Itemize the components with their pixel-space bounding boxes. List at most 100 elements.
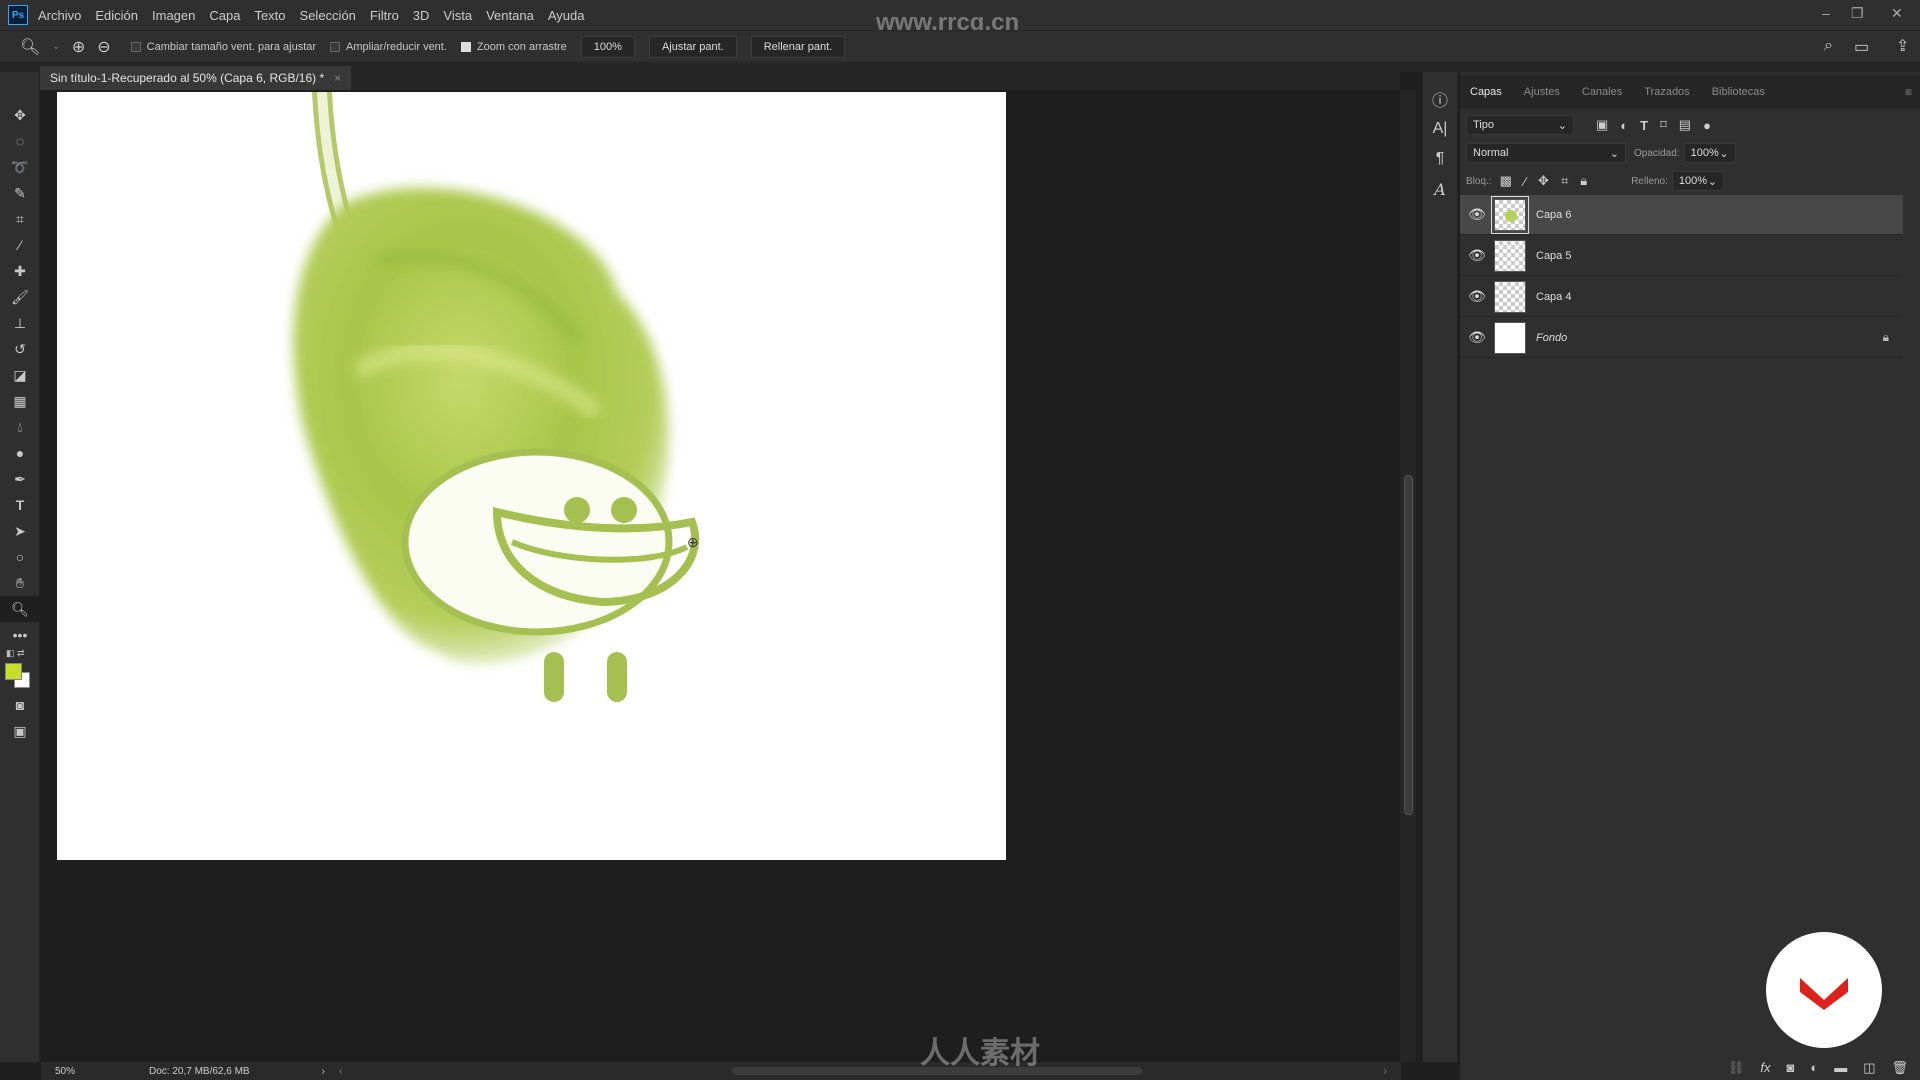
stamp-tool-icon[interactable]: ⊥: [0, 310, 40, 336]
lock-artboard-icon[interactable]: ⌗: [1561, 173, 1568, 189]
zoom-100-button[interactable]: 100%: [580, 35, 635, 58]
fit-screen-button[interactable]: Ajustar pant.: [648, 35, 737, 58]
blur-tool-icon[interactable]: 💧︎: [0, 414, 40, 440]
magic-wand-icon[interactable]: ✎: [0, 180, 40, 206]
zoom-tool-icon[interactable]: 🔍︎: [0, 596, 40, 622]
zoom-tool-icon[interactable]: 🔍︎: [20, 37, 40, 57]
dodge-tool-icon[interactable]: ●: [0, 440, 40, 466]
minimize-button[interactable]: –: [1822, 5, 1830, 21]
tab-bibliotecas[interactable]: Bibliotecas: [1712, 86, 1765, 98]
eye-icon[interactable]: 👁︎: [1460, 247, 1494, 264]
layer-row[interactable]: 👁︎ Fondo 🔒︎: [1460, 318, 1903, 358]
history-brush-icon[interactable]: ↺: [0, 336, 40, 362]
chevron-down-icon[interactable]: ⌄: [52, 41, 60, 52]
new-group-icon[interactable]: ▬: [1834, 1060, 1847, 1075]
menu-ayuda[interactable]: Ayuda: [548, 8, 585, 23]
scroll-left-icon[interactable]: ‹: [339, 1066, 342, 1077]
menu-capa[interactable]: Capa: [209, 8, 240, 23]
link-layers-icon[interactable]: ⛓︎: [1728, 1060, 1745, 1076]
quick-mask-icon[interactable]: ◙: [0, 692, 40, 718]
paragraph-icon[interactable]: ¶: [1423, 144, 1457, 174]
eyedropper-icon[interactable]: ⁄: [0, 232, 40, 258]
path-select-icon[interactable]: ➤: [0, 518, 40, 544]
menu-archivo[interactable]: Archivo: [38, 8, 81, 23]
glyphs-icon[interactable]: A: [1423, 174, 1457, 204]
status-menu-arrow-icon[interactable]: ›: [322, 1066, 325, 1077]
vertical-scrollbar[interactable]: [1400, 90, 1416, 1062]
fx-icon[interactable]: fx: [1760, 1060, 1770, 1075]
character-icon[interactable]: A|: [1423, 114, 1457, 144]
menu-edicion[interactable]: Edición: [95, 8, 138, 23]
fill-screen-button[interactable]: Rellenar pant.: [750, 35, 846, 58]
color-swatches[interactable]: ◧ ⇄: [0, 648, 39, 692]
menu-imagen[interactable]: Imagen: [152, 8, 195, 23]
info-icon[interactable]: ⓘ: [1423, 84, 1457, 114]
more-tools-icon[interactable]: •••: [0, 622, 40, 648]
delete-layer-icon[interactable]: 🗑︎: [1891, 1060, 1908, 1076]
move-tool-icon[interactable]: ✥: [0, 102, 40, 128]
panel-menu-icon[interactable]: ≡: [1905, 85, 1912, 99]
tab-canales[interactable]: Canales: [1582, 86, 1622, 98]
ellipse-tool-icon[interactable]: ○: [0, 544, 40, 570]
menu-texto[interactable]: Texto: [254, 8, 285, 23]
brush-tool-icon[interactable]: 🖌︎: [0, 284, 40, 310]
search-icon[interactable]: ⌕: [1824, 37, 1833, 55]
foreground-color-swatch[interactable]: [5, 663, 22, 680]
marquee-tool-icon[interactable]: ◌: [0, 128, 40, 154]
menu-vista[interactable]: Vista: [443, 8, 472, 23]
zoom-all-windows-checkbox[interactable]: Ampliar/reducir vent.: [330, 41, 447, 53]
pen-tool-icon[interactable]: ✒: [0, 466, 40, 492]
type-tool-icon[interactable]: T: [0, 492, 40, 518]
menu-filtro[interactable]: Filtro: [370, 8, 399, 23]
new-layer-icon[interactable]: ◫: [1863, 1060, 1875, 1076]
workspace-icon[interactable]: ▭: [1854, 37, 1869, 57]
tab-trazados[interactable]: Trazados: [1644, 86, 1689, 98]
hand-tool-icon[interactable]: ✋︎: [0, 570, 40, 596]
filter-toggle-icon[interactable]: ●: [1703, 118, 1711, 133]
eye-icon[interactable]: 👁︎: [1460, 288, 1494, 305]
filter-shape-icon[interactable]: ⌑: [1660, 117, 1667, 133]
menu-3d[interactable]: 3D: [413, 8, 430, 23]
menu-seleccion[interactable]: Selección: [300, 8, 356, 23]
opacity-input[interactable]: 100% ⌄: [1683, 143, 1736, 163]
filter-type-icon[interactable]: T: [1640, 118, 1648, 133]
zoom-in-icon[interactable]: ⊕: [72, 37, 85, 57]
gradient-tool-icon[interactable]: ▦: [0, 388, 40, 414]
tab-ajustes[interactable]: Ajustes: [1524, 86, 1560, 98]
filter-smart-object-icon[interactable]: ▤: [1679, 117, 1691, 133]
scrubby-zoom-checkbox[interactable]: Zoom con arrastre: [460, 41, 567, 53]
layer-row[interactable]: 👁︎ Capa 6: [1460, 195, 1903, 235]
document-tab[interactable]: Sin título-1-Recuperado al 50% (Capa 6, …: [40, 66, 352, 90]
crop-tool-icon[interactable]: ⌗: [0, 206, 40, 232]
layer-row[interactable]: 👁︎ Capa 4: [1460, 277, 1903, 317]
filter-adjustment-icon[interactable]: ◐: [1620, 118, 1628, 133]
close-window-button[interactable]: ✕: [1891, 5, 1903, 22]
adjustment-layer-icon[interactable]: ◐: [1810, 1060, 1818, 1075]
scroll-thumb[interactable]: [1404, 475, 1413, 815]
restore-button[interactable]: ❐: [1851, 5, 1864, 22]
lock-all-icon[interactable]: 🔒︎: [1580, 173, 1587, 189]
screen-mode-icon[interactable]: ▣: [0, 718, 40, 744]
lock-pixels-icon[interactable]: ⁄: [1524, 174, 1526, 189]
layer-row[interactable]: 👁︎ Capa 5: [1460, 236, 1903, 276]
scroll-right-icon[interactable]: ›: [1384, 1066, 1387, 1077]
share-icon[interactable]: ⇪: [1896, 36, 1909, 56]
close-tab-icon[interactable]: ×: [334, 71, 341, 85]
default-colors-icon[interactable]: ◧ ⇄: [6, 648, 25, 659]
menu-ventana[interactable]: Ventana: [486, 8, 534, 23]
zoom-level[interactable]: 50%: [55, 1066, 115, 1077]
fill-input[interactable]: 100% ⌄: [1671, 171, 1724, 191]
lock-position-icon[interactable]: ✥: [1538, 173, 1549, 189]
lock-transparency-icon[interactable]: ▩: [1500, 173, 1512, 189]
add-mask-icon[interactable]: ◙: [1786, 1060, 1794, 1075]
healing-brush-icon[interactable]: ✚: [0, 258, 40, 284]
resize-windows-checkbox[interactable]: Cambiar tamaño vent. para ajustar: [130, 41, 316, 53]
filter-pixel-icon[interactable]: ▣: [1596, 117, 1608, 133]
layer-filter-dropdown[interactable]: Tipo ⌄: [1466, 115, 1574, 135]
canvas[interactable]: ⊕: [57, 92, 1006, 860]
tab-capas[interactable]: Capas: [1470, 86, 1502, 98]
eraser-icon[interactable]: ◪: [0, 362, 40, 388]
zoom-out-icon[interactable]: ⊖: [97, 37, 110, 57]
eye-icon[interactable]: 👁︎: [1460, 206, 1494, 223]
eye-icon[interactable]: 👁︎: [1460, 329, 1494, 346]
